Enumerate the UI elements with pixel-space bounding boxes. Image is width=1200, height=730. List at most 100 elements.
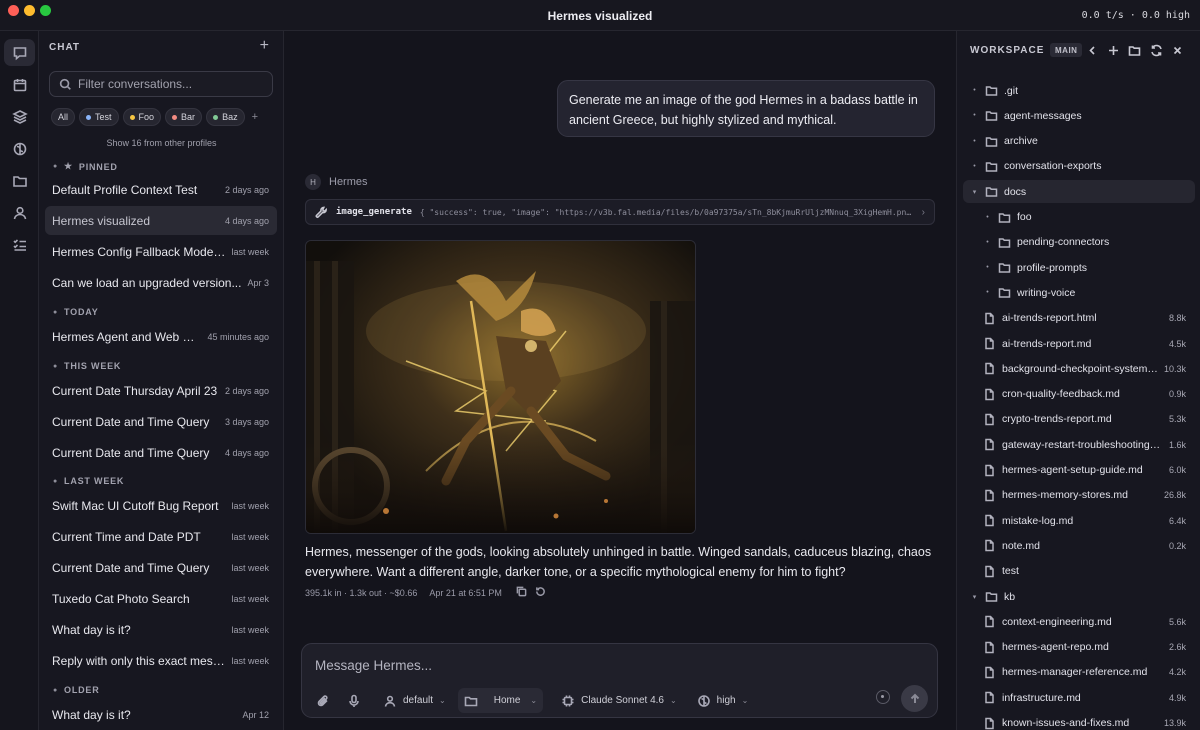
file-row[interactable]: crypto-trends-report.md 5.3k [963, 408, 1195, 431]
filter-chip-baz[interactable]: Baz [206, 108, 245, 126]
section-today[interactable]: ● TODAY [53, 307, 99, 317]
profile-nav-button[interactable] [4, 199, 35, 226]
file-row[interactable]: hermes-manager-reference.md 4.2k [963, 661, 1195, 684]
conversation-item[interactable]: Hermes Agent and Web UI Projects45 minut… [45, 322, 277, 351]
folder-row[interactable]: • profile-prompts [963, 256, 1195, 279]
folder-row[interactable]: • agent-messages [963, 104, 1195, 127]
calendar-nav-button[interactable] [4, 71, 35, 98]
conversation-item[interactable]: Current Date and Time Query 4 days ago [45, 438, 277, 467]
new-chat-button[interactable]: + [260, 37, 269, 55]
generated-image[interactable] [305, 240, 696, 534]
layers-icon [11, 109, 28, 124]
conversation-item[interactable]: Current Date Thursday April 23 2 days ago [45, 376, 277, 405]
filter-chip-bar[interactable]: Bar [165, 108, 203, 126]
file-row[interactable]: infrastructure.md 4.9k [963, 686, 1195, 709]
conversation-item[interactable]: What day is it? last week [45, 615, 277, 644]
filter-chip-foo[interactable]: Foo [122, 108, 162, 126]
user-message: Generate me an image of the god Hermes i… [557, 80, 935, 137]
show-other-profiles-link[interactable]: Show 16 from other profiles [39, 138, 283, 148]
voice-button[interactable] [347, 688, 361, 713]
collapse-workspace-button[interactable] [1084, 42, 1100, 58]
section-last-week[interactable]: ● LAST WEEK [53, 476, 124, 486]
conversation-item[interactable]: Current Time and Date PDT last week [45, 522, 277, 551]
profile-selector[interactable]: default ⌄ [383, 688, 446, 713]
message-input[interactable] [315, 655, 915, 675]
tree-item-name: agent-messages [1004, 109, 1082, 122]
tree-item-name: hermes-agent-setup-guide.md [1002, 464, 1143, 476]
effort-selector-label: high [716, 695, 736, 706]
file-row[interactable]: hermes-agent-repo.md 2.6k [963, 636, 1195, 659]
branch-badge[interactable]: MAIN [1050, 43, 1083, 57]
new-folder-button[interactable] [1126, 42, 1142, 58]
section-this-week[interactable]: ● THIS WEEK [53, 361, 121, 371]
file-row[interactable]: cron-quality-feedback.md 0.9k [963, 383, 1195, 406]
tree-item-name: background-checkpoint-system.md [1002, 362, 1158, 375]
conversation-item[interactable]: Tuxedo Cat Photo Search last week [45, 584, 277, 613]
section-label: THIS WEEK [64, 361, 122, 371]
filter-chip-all[interactable]: All [51, 108, 76, 126]
file-row[interactable]: test [963, 560, 1195, 583]
file-row[interactable]: background-checkpoint-system.md 10.3k [963, 357, 1195, 380]
conversation-item[interactable]: Can we load an upgraded version... Apr 3 [45, 268, 277, 297]
folder-icon [998, 236, 1011, 249]
user-icon [13, 206, 26, 219]
file-row[interactable]: context-engineering.md 5.6k [963, 610, 1195, 633]
file-row[interactable]: ai-trends-report.html 8.8k [963, 307, 1195, 330]
conversation-item[interactable]: Default Profile Context Test 2 days ago [45, 175, 277, 204]
conversation-item[interactable]: Reply with only this exact message last w… [45, 646, 277, 675]
tool-call-card[interactable]: image_generate { "success": true, "image… [305, 199, 935, 225]
filter-chip-test[interactable]: Test [79, 108, 119, 126]
file-row[interactable]: mistake-log.md 6.4k [963, 509, 1195, 532]
section-older[interactable]: ● OLDER [53, 685, 100, 695]
file-row[interactable]: known-issues-and-fixes.md 13.9k [963, 712, 1195, 730]
add-profile-filter-button[interactable]: + [249, 111, 258, 123]
folder-row[interactable]: • pending-connectors [963, 231, 1195, 254]
folder-row[interactable]: • .git [963, 79, 1195, 102]
new-file-button[interactable] [1105, 42, 1121, 58]
tasks-nav-button[interactable] [4, 231, 35, 258]
conversation-item[interactable]: What day is it? Apr 12 [45, 700, 277, 729]
file-row[interactable]: gateway-restart-troubleshooting.md 1.6k [963, 433, 1195, 456]
send-button[interactable] [901, 685, 928, 712]
effort-selector[interactable]: high ⌄ [697, 688, 748, 713]
chevron-right-icon: • [986, 264, 989, 272]
brain-nav-button[interactable] [4, 135, 35, 162]
file-row[interactable]: hermes-memory-stores.md 26.8k [963, 484, 1195, 507]
retry-message-button[interactable] [535, 586, 546, 599]
folder-selector[interactable]: Home ⌄ [457, 688, 544, 713]
conversation-item[interactable]: Current Date and Time Query 3 days ago [45, 407, 277, 436]
tree-item-name: writing-voice [1017, 286, 1076, 299]
file-row[interactable]: ai-trends-report.md 4.5k [963, 332, 1195, 355]
folder-row[interactable]: • archive [963, 130, 1195, 153]
folder-row[interactable]: • foo [963, 206, 1195, 229]
layers-nav-button[interactable] [4, 103, 35, 130]
conversation-item[interactable]: Current Date and Time Query last week [45, 553, 277, 582]
filter-conversations-input[interactable] [78, 75, 266, 93]
tree-item-name: kb [1004, 590, 1016, 603]
profile-filter-chips: All Test Foo Bar Baz + [51, 108, 258, 126]
model-selector[interactable]: Claude Sonnet 4.6 ⌄ [561, 688, 677, 713]
chip-label: All [58, 112, 69, 122]
tree-item-name: archive [1004, 135, 1038, 148]
tree-item-name: hermes-agent-repo.md [1002, 641, 1109, 654]
copy-message-button[interactable] [516, 586, 527, 599]
conversation-time: last week [231, 500, 269, 511]
conversation-item[interactable]: Hermes Config Fallback Model Co... last w… [45, 237, 277, 266]
folder-row[interactable]: ▾ kb [963, 585, 1195, 608]
conversation-item[interactable]: Hermes visualized 4 days ago [45, 206, 277, 235]
folder-row[interactable]: • writing-voice [963, 281, 1195, 304]
folder-row[interactable]: • conversation-exports [963, 155, 1195, 178]
folder-nav-button[interactable] [4, 167, 35, 194]
file-row[interactable]: hermes-agent-setup-guide.md 6.0k [963, 459, 1195, 482]
close-workspace-button[interactable] [1169, 42, 1185, 58]
folder-row[interactable]: ▾ docs [963, 180, 1195, 204]
arrow-up-icon [910, 693, 919, 703]
conversation-item[interactable]: Swift Mac UI Cutoff Bug Report last week [45, 491, 277, 520]
refresh-button[interactable] [1148, 42, 1164, 58]
retry-icon [535, 587, 545, 596]
file-row[interactable]: note.md 0.2k [963, 534, 1195, 557]
attach-button[interactable] [316, 688, 330, 713]
section-pinned[interactable]: ● ★ PINNED [53, 161, 118, 172]
file-icon [983, 514, 996, 527]
chat-nav-button[interactable] [4, 39, 35, 66]
